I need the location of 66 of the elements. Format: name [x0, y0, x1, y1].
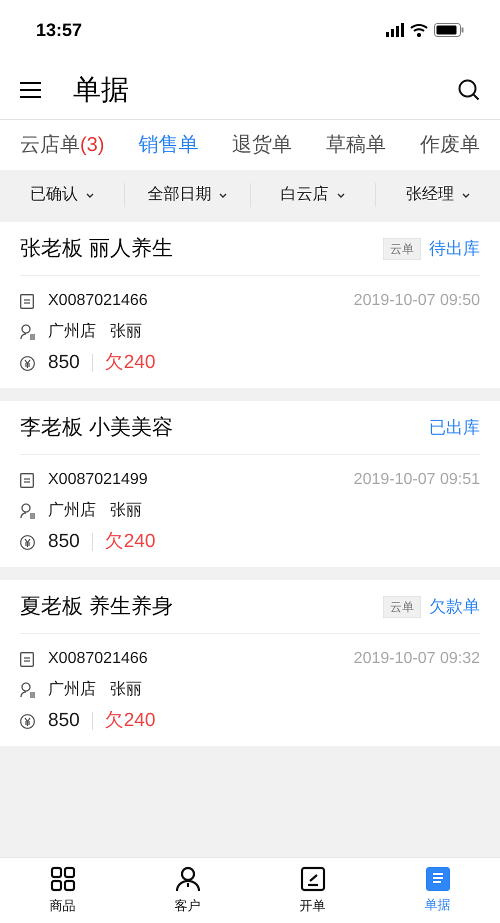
yen-icon	[20, 356, 35, 370]
edit-icon	[300, 866, 326, 892]
order-amount: 850	[48, 530, 80, 554]
document-icon	[426, 866, 450, 891]
caret-icon	[86, 192, 94, 198]
nav-tab[interactable]: 单据	[375, 866, 500, 914]
store-name: 广州店	[48, 322, 96, 342]
owed-amount: 欠240	[104, 350, 156, 375]
order-number: X0087021466	[48, 649, 148, 669]
filter-dropdown[interactable]: 白云店	[280, 183, 345, 207]
customer-name: 李老板 小美美容	[20, 414, 173, 441]
staff-name: 张丽	[110, 500, 142, 521]
caret-icon	[219, 192, 228, 198]
tab[interactable]: 退货单	[232, 130, 292, 160]
staff-name: 张丽	[110, 680, 142, 700]
document-icon	[20, 294, 34, 308]
tab[interactable]: 作废单	[420, 130, 480, 160]
person-icon	[174, 866, 200, 892]
order-status: 待出库	[429, 238, 480, 260]
filter-dropdown[interactable]: 全部日期	[147, 183, 228, 207]
nav-tab[interactable]: 商品	[0, 866, 125, 916]
filter-dropdown[interactable]: 已确认	[30, 183, 94, 207]
tab[interactable]: 草稿单	[326, 130, 386, 160]
order-status: 已出库	[429, 416, 480, 439]
person-icon	[20, 682, 36, 698]
order-card[interactable]: 张老板 丽人养生 云单 待出库 X0087021466 2019-10-07 09:50 广州店 张丽 850 欠240	[0, 222, 500, 388]
order-card[interactable]: 李老板 小美美容 已出库 X0087021499 2019-10-07 09:51 广州店 张丽 850 欠240	[0, 401, 500, 567]
document-icon	[20, 472, 34, 488]
filter-dropdown[interactable]: 张经理	[406, 183, 470, 207]
caret-icon	[462, 192, 470, 198]
wifi-icon	[410, 23, 428, 37]
store-name: 广州店	[48, 680, 96, 700]
person-icon	[20, 503, 36, 519]
caret-icon	[336, 192, 345, 198]
owed-amount: 欠240	[104, 530, 156, 554]
order-time: 2019-10-07 09:50	[354, 291, 480, 311]
tab[interactable]: 销售单	[138, 130, 198, 160]
search-icon[interactable]	[458, 78, 480, 100]
customer-name: 张老板 丽人养生	[20, 236, 173, 262]
grid-icon	[50, 866, 76, 892]
owed-amount: 欠240	[104, 708, 156, 733]
order-number: X0087021499	[48, 470, 148, 490]
tag: 云单	[383, 596, 421, 618]
staff-name: 张丽	[110, 322, 142, 342]
order-time: 2019-10-07 09:51	[354, 470, 480, 490]
tag: 云单	[383, 238, 421, 260]
order-status: 欠款单	[429, 596, 480, 618]
order-number: X0087021466	[48, 291, 148, 311]
tab[interactable]: 云店单(3)	[20, 130, 104, 160]
order-amount: 850	[48, 350, 80, 375]
person-icon	[20, 324, 36, 340]
order-amount: 850	[48, 708, 80, 733]
document-icon	[20, 652, 34, 666]
menu-icon[interactable]	[20, 82, 41, 98]
order-time: 2019-10-07 09:32	[354, 649, 480, 669]
battery-icon	[434, 23, 464, 37]
page-title: 单据	[73, 72, 129, 106]
nav-tab[interactable]: 客户	[125, 866, 250, 916]
status-time: 13:57	[36, 18, 82, 42]
order-card[interactable]: 夏老板 养生养身 云单 欠款单 X0087021466 2019-10-07 09:32 广州店 张丽 850 欠240	[0, 580, 500, 746]
yen-icon	[20, 714, 35, 728]
customer-name: 夏老板 养生养身	[20, 594, 173, 620]
signal-icon	[386, 23, 404, 37]
yen-icon	[20, 534, 35, 550]
store-name: 广州店	[48, 500, 96, 521]
nav-tab[interactable]: 开单	[250, 866, 375, 916]
